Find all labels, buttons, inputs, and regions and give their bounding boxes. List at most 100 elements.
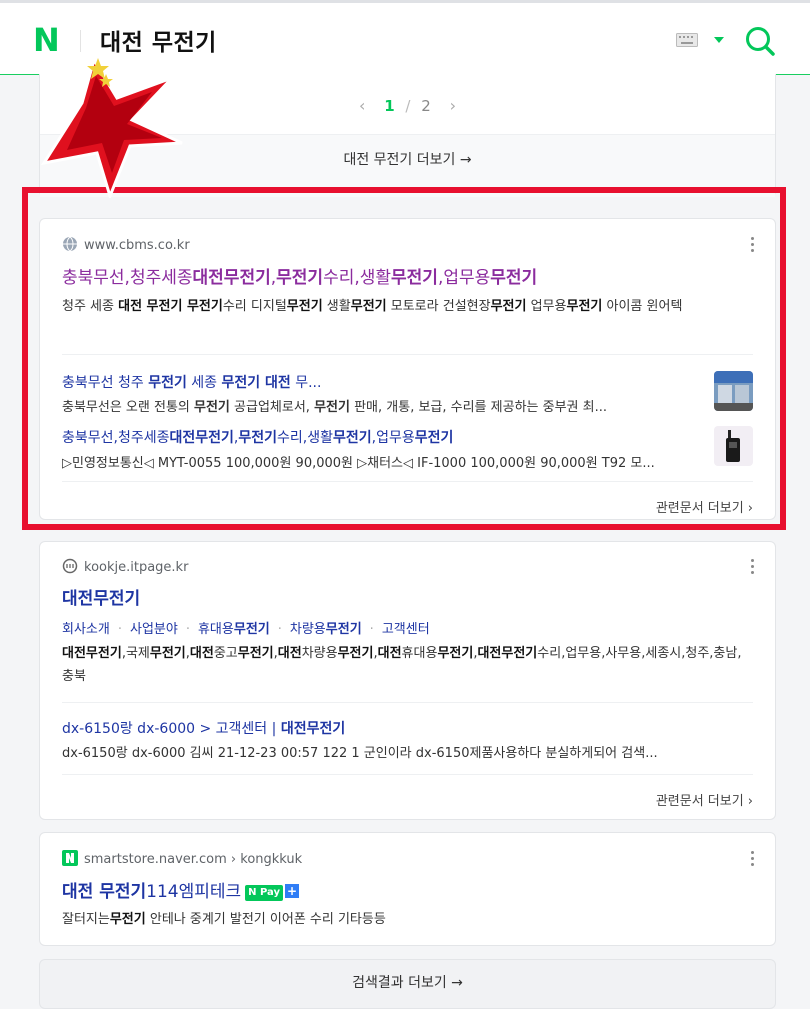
more-options-icon[interactable] bbox=[751, 851, 755, 869]
sub-title-text: 수리,생활 bbox=[277, 430, 333, 446]
desc-text: 수리 디지털 bbox=[222, 299, 287, 314]
desc-keyword: 무전기 bbox=[337, 646, 374, 661]
desc-text: ,국제 bbox=[121, 646, 150, 661]
sub-title-keyword: 무전기 대전 bbox=[221, 375, 291, 391]
result-card-1: www.cbms.co.kr 충북무선,청주세종대전무전기,무전기수리,생활무전… bbox=[39, 218, 776, 520]
shop-thumbnail[interactable] bbox=[714, 371, 753, 411]
title-text: 충북무선,청주세종 bbox=[62, 268, 193, 288]
result-url: www.cbms.co.kr bbox=[84, 238, 190, 253]
keyboard-icon[interactable] bbox=[676, 33, 698, 47]
sub-result-title[interactable]: 충북무선,청주세종대전무전기,무전기수리,생활무전기,업무용무전기 bbox=[62, 427, 453, 447]
desc-keyword: 대전 bbox=[277, 646, 302, 661]
desc-text: 생활 bbox=[322, 299, 351, 314]
desc-keyword: 무전기 bbox=[149, 646, 186, 661]
result-description: 잘터지는무전기 안테나 중계기 발전기 이어폰 수리 기타등등 bbox=[62, 908, 753, 931]
desc-text: 중고 bbox=[213, 646, 238, 661]
desc-keyword: 무전기 bbox=[237, 646, 274, 661]
page-separator: / bbox=[405, 97, 411, 115]
divider bbox=[62, 774, 753, 775]
result-source[interactable]: smartstore.naver.com › kongkkuk bbox=[62, 850, 302, 867]
sub-desc-text: 공급업체로서, bbox=[229, 400, 315, 415]
result-source[interactable]: www.cbms.co.kr bbox=[62, 236, 190, 253]
desc-keyword: 무전기 bbox=[286, 299, 323, 314]
caret-down-icon[interactable] bbox=[712, 33, 726, 47]
sub-result-desc: ▷민영정보통신◁ MYT-0055 100,000원 90,000원 ▷채터스◁… bbox=[62, 456, 655, 471]
result-url: smartstore.naver.com › kongkkuk bbox=[84, 852, 303, 867]
sub-title-keyword: 무전기 bbox=[238, 430, 277, 446]
sub-title-keyword: 대전무전기 bbox=[280, 721, 346, 737]
title-keyword: 무전기 bbox=[276, 268, 324, 288]
red-star-sticker-icon bbox=[40, 56, 183, 198]
result-card-3: smartstore.naver.com › kongkkuk 대전 무전기11… bbox=[39, 832, 776, 946]
sub-title-text: dx-6150랑 dx-6000 > 고객센터 | bbox=[62, 721, 281, 737]
next-page-icon[interactable]: › bbox=[450, 96, 456, 115]
desc-text: 잘터지는 bbox=[62, 912, 110, 927]
site-link[interactable]: 차량용무전기 bbox=[290, 622, 362, 637]
desc-keyword: 대전 bbox=[377, 646, 402, 661]
sub-title-text: ,업무용 bbox=[371, 430, 415, 446]
desc-keyword: 무전기 bbox=[490, 299, 527, 314]
result-description: 대전무전기,국제무전기,대전중고무전기,대전차량용무전기,대전휴대용무전기,대전… bbox=[62, 642, 753, 688]
sub-result-title[interactable]: 충북무선 청주 무전기 세종 무전기 대전 무... bbox=[62, 372, 321, 392]
desc-keyword: 무전기 bbox=[350, 299, 387, 314]
result-title[interactable]: 충북무선,청주세종대전무전기,무전기수리,생활무전기,업무용무전기 bbox=[62, 263, 537, 288]
desc-keyword: 무전기 bbox=[566, 299, 603, 314]
sub-title-text: 세종 bbox=[186, 375, 222, 391]
site-link[interactable]: 사업분야 bbox=[130, 622, 178, 637]
related-docs-link[interactable]: 관련문서 더보기 › bbox=[656, 497, 753, 516]
prev-page-icon[interactable]: ‹ bbox=[359, 96, 365, 115]
globe-icon bbox=[63, 236, 77, 252]
site-link[interactable]: 회사소개 bbox=[62, 622, 110, 637]
site-links: 회사소개 · 사업분야 · 휴대용무전기 · 차량용무전기 · 고객센터 bbox=[62, 622, 430, 637]
result-title[interactable]: 대전 무전기114엠피테크 N Pay + bbox=[62, 877, 300, 902]
divider bbox=[62, 354, 753, 355]
radio-thumbnail[interactable] bbox=[714, 426, 753, 466]
divider bbox=[62, 702, 753, 703]
search-icon[interactable] bbox=[744, 25, 776, 57]
sub-title-keyword: 무전기 bbox=[332, 430, 372, 446]
sub-title-keyword: 무전기 bbox=[414, 430, 454, 446]
site-link[interactable]: 휴대용무전기 bbox=[198, 622, 270, 637]
sub-result-title[interactable]: dx-6150랑 dx-6000 > 고객센터 | 대전무전기 bbox=[62, 718, 345, 738]
site-favicon-icon bbox=[62, 558, 78, 574]
npay-badge: N Pay bbox=[245, 885, 284, 901]
result-url: kookje.itpage.kr bbox=[84, 560, 189, 575]
sub-desc-text: 충북무선은 오랜 전통의 bbox=[62, 400, 194, 415]
sub-desc-keyword: 무전기 bbox=[314, 400, 350, 415]
plus-icon: + bbox=[285, 884, 300, 898]
title-keyword: 무전기 bbox=[490, 268, 538, 288]
result-card-2: kookje.itpage.kr 대전무전기 회사소개 · 사업분야 · 휴대용무전기 ·… bbox=[39, 541, 776, 820]
title-text: ,업무용 bbox=[437, 268, 491, 288]
total-pages[interactable]: 2 bbox=[421, 97, 431, 115]
sub-title-keyword: 무전기 bbox=[148, 375, 187, 391]
desc-keyword: 대전 무전기 무전기 bbox=[118, 299, 223, 314]
more-search-results-button[interactable]: 검색결과 더보기 → bbox=[39, 959, 776, 1009]
divider bbox=[62, 481, 753, 482]
current-page[interactable]: 1 bbox=[384, 97, 394, 115]
sub-title-text: 충북무선 청주 bbox=[62, 375, 149, 391]
result-description: 청주 세종 대전 무전기 무전기수리 디지털무전기 생활무전기 모토로라 건설현… bbox=[62, 295, 753, 318]
more-options-icon[interactable] bbox=[751, 237, 755, 255]
more-options-icon[interactable] bbox=[751, 559, 755, 577]
desc-keyword: 대전무전기 bbox=[477, 646, 538, 661]
desc-text: 업무용 bbox=[526, 299, 567, 314]
desc-text: 아이콤 윈어텍 bbox=[602, 299, 683, 314]
desc-text: 차량용 bbox=[301, 646, 338, 661]
title-keyword: 대전 무전기 bbox=[62, 882, 147, 902]
result-title[interactable]: 대전무전기 bbox=[62, 584, 140, 609]
naver-favicon-icon bbox=[62, 850, 78, 866]
desc-text: 청주 세종 bbox=[62, 299, 119, 314]
desc-keyword: 무전기 bbox=[437, 646, 474, 661]
title-text: 114엠피테크 bbox=[146, 882, 242, 902]
title-keyword: 대전무전기 bbox=[192, 268, 271, 288]
related-docs-link[interactable]: 관련문서 더보기 › bbox=[656, 790, 753, 809]
sub-title-text: 무... bbox=[290, 375, 322, 391]
site-link[interactable]: 고객센터 bbox=[382, 622, 430, 637]
result-source[interactable]: kookje.itpage.kr bbox=[62, 558, 188, 575]
desc-text: 모토로라 건설현장 bbox=[386, 299, 491, 314]
sub-result-desc: 충북무선은 오랜 전통의 무전기 공급업체로서, 무전기 판매, 개통, 보급,… bbox=[62, 396, 692, 415]
sub-result-desc: dx-6150랑 dx-6000 김씨 21-12-23 00:57 122 1… bbox=[62, 746, 658, 761]
desc-text: 휴대용 bbox=[401, 646, 438, 661]
desc-text: 안테나 중계기 발전기 이어폰 수리 기타등등 bbox=[145, 912, 386, 927]
title-keyword: 무전기 bbox=[391, 268, 438, 288]
